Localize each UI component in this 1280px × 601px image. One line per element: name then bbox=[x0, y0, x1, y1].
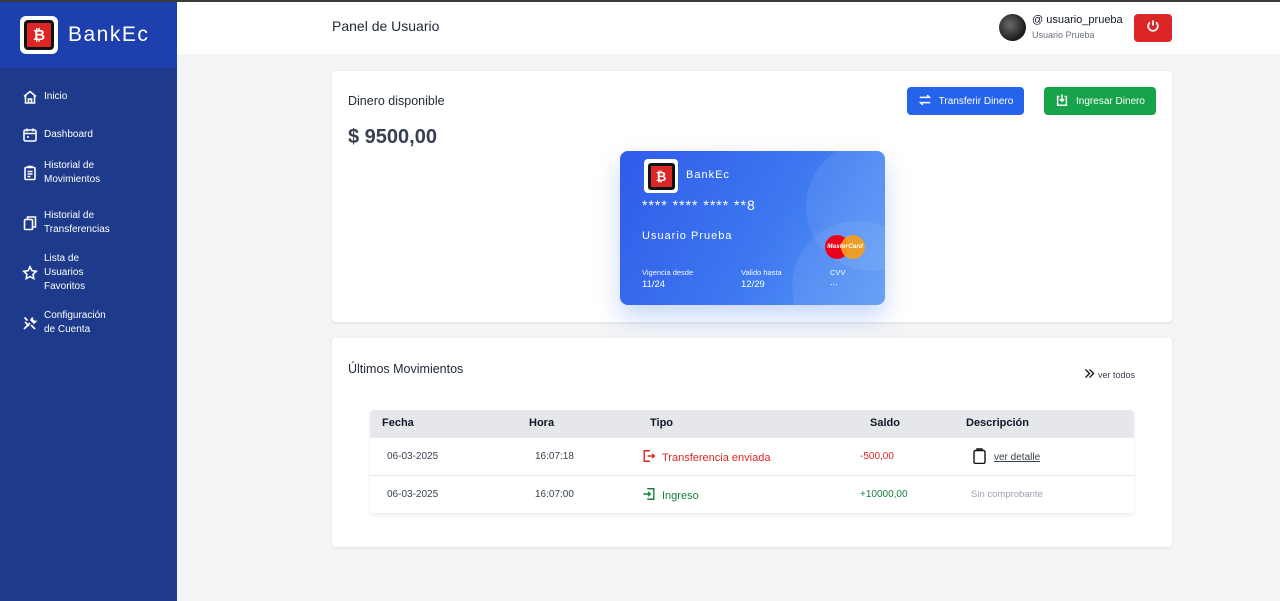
cvv-label: CVV bbox=[830, 268, 846, 277]
balance-amount: $ 9500,00 bbox=[348, 126, 437, 148]
avatar[interactable] bbox=[999, 14, 1026, 41]
user-handle: @ usuario_prueba bbox=[1032, 14, 1123, 26]
mastercard-logo-icon: MasterCard bbox=[825, 235, 865, 259]
page-title: Panel de Usuario bbox=[332, 18, 440, 34]
table-row: 06-03-2025 16:07:00 Ingreso +10000,00 Si… bbox=[370, 475, 1134, 513]
sidebar-item-favoritos[interactable]: Lista de Usuarios Favoritos bbox=[0, 253, 125, 292]
sidebar-item-label: Historial de Transferencias bbox=[44, 210, 110, 235]
table-header: Fecha Hora Tipo Saldo Descripción bbox=[370, 410, 1134, 437]
card-network: MasterCard bbox=[827, 243, 863, 250]
brand[interactable]: ₿ BankEc bbox=[0, 2, 177, 68]
row-date: 06-03-2025 bbox=[387, 489, 439, 500]
column-header-fecha: Fecha bbox=[382, 417, 414, 429]
sidebar-item-label: Configuración de Cuenta bbox=[44, 310, 106, 335]
row-date: 06-03-2025 bbox=[387, 451, 439, 462]
column-header-saldo: Saldo bbox=[870, 417, 900, 429]
card-number: **** **** **** **8 bbox=[642, 197, 756, 213]
deposit-button-label: Ingresar Dinero bbox=[1076, 95, 1145, 107]
sidebar-item-inicio[interactable]: Inicio bbox=[0, 82, 177, 112]
bank-card: ₿ BankEc **** **** **** **8 Usuario Prue… bbox=[620, 151, 885, 305]
card-brand: BankEc bbox=[686, 169, 730, 181]
sidebar: ₿ BankEc Inicio Dashboard Historial de M… bbox=[0, 2, 177, 601]
bitcoin-logo-icon: ₿ bbox=[20, 16, 58, 54]
row-type-label: Transferencia enviada bbox=[662, 451, 771, 464]
row-type: Ingreso bbox=[642, 487, 699, 504]
column-header-hora: Hora bbox=[529, 417, 555, 429]
double-chevron-right-icon bbox=[1083, 367, 1096, 382]
sidebar-item-configuracion[interactable]: Configuración de Cuenta bbox=[0, 308, 125, 338]
sidebar-item-label: Dashboard bbox=[44, 129, 93, 140]
sign-out-icon bbox=[642, 449, 656, 466]
sidebar-item-label: Lista de Usuarios Favoritos bbox=[44, 253, 86, 292]
brand-name: BankEc bbox=[68, 23, 150, 46]
copy-icon bbox=[22, 215, 38, 231]
view-detail-link[interactable]: ver detalle bbox=[994, 452, 1040, 463]
column-header-descripcion: Descripción bbox=[966, 417, 1029, 429]
tools-icon bbox=[22, 315, 38, 331]
clipboard-list-icon bbox=[22, 165, 38, 181]
movements-card: Últimos Movimientos ver todos Fecha Hora… bbox=[332, 338, 1172, 547]
valid-from-label: Vigencia desde bbox=[642, 268, 694, 277]
user-name: Usuario Prueba bbox=[1032, 30, 1095, 40]
deposit-money-button[interactable]: Ingresar Dinero bbox=[1044, 87, 1156, 115]
balance-card: Dinero disponible $ 9500,00 Transferir D… bbox=[332, 71, 1172, 322]
sidebar-nav: Inicio Dashboard Historial de Movimiento… bbox=[0, 68, 177, 338]
row-description: ver detalle bbox=[973, 448, 1040, 467]
card-holder: Usuario Prueba bbox=[642, 230, 733, 242]
logout-button[interactable] bbox=[1134, 14, 1172, 42]
row-type: Transferencia enviada bbox=[642, 449, 770, 466]
transfer-money-button[interactable]: Transferir Dinero bbox=[907, 87, 1024, 115]
transfer-button-label: Transferir Dinero bbox=[938, 95, 1014, 107]
column-header-tipo: Tipo bbox=[650, 417, 674, 429]
clipboard-icon bbox=[973, 448, 986, 467]
valid-thru-label: Valido hasta bbox=[741, 268, 782, 277]
row-amount: +10000,00 bbox=[860, 489, 908, 500]
home-icon bbox=[22, 89, 38, 105]
bitcoin-logo-icon: ₿ bbox=[644, 159, 678, 193]
row-time: 16:07:18 bbox=[535, 451, 574, 462]
sidebar-item-historial-movimientos[interactable]: Historial de Movimientos bbox=[0, 158, 118, 188]
row-time: 16:07:00 bbox=[535, 489, 574, 500]
card-decoration bbox=[792, 221, 885, 305]
valid-from-value: 11/24 bbox=[642, 279, 666, 290]
star-icon bbox=[22, 264, 38, 281]
transfer-arrows-icon bbox=[918, 93, 932, 110]
download-icon bbox=[1055, 93, 1069, 110]
sidebar-item-label: Historial de Movimientos bbox=[44, 160, 101, 185]
sign-in-icon bbox=[642, 487, 656, 504]
valid-thru-value: 12/29 bbox=[741, 279, 765, 290]
movements-title: Últimos Movimientos bbox=[348, 362, 464, 376]
top-header: Panel de Usuario @ usuario_prueba Usuari… bbox=[177, 2, 1280, 54]
calendar-icon bbox=[22, 127, 38, 143]
table-row: 06-03-2025 16:07:18 Transferencia enviad… bbox=[370, 437, 1134, 475]
see-all-label: ver todos bbox=[1098, 369, 1136, 380]
see-all-link[interactable]: ver todos bbox=[1083, 367, 1135, 382]
sidebar-item-historial-transferencias[interactable]: Historial de Transferencias bbox=[0, 208, 118, 238]
movements-table: Fecha Hora Tipo Saldo Descripción 06-03-… bbox=[370, 410, 1134, 513]
row-amount: -500,00 bbox=[860, 451, 894, 462]
balance-label: Dinero disponible bbox=[348, 94, 445, 108]
sidebar-item-dashboard[interactable]: Dashboard bbox=[0, 120, 177, 150]
sidebar-item-label: Inicio bbox=[44, 91, 68, 102]
row-description: Sin comprobante bbox=[971, 489, 1043, 500]
row-type-label: Ingreso bbox=[662, 489, 699, 502]
power-icon bbox=[1146, 19, 1160, 38]
cvv-value: ... bbox=[830, 277, 838, 288]
